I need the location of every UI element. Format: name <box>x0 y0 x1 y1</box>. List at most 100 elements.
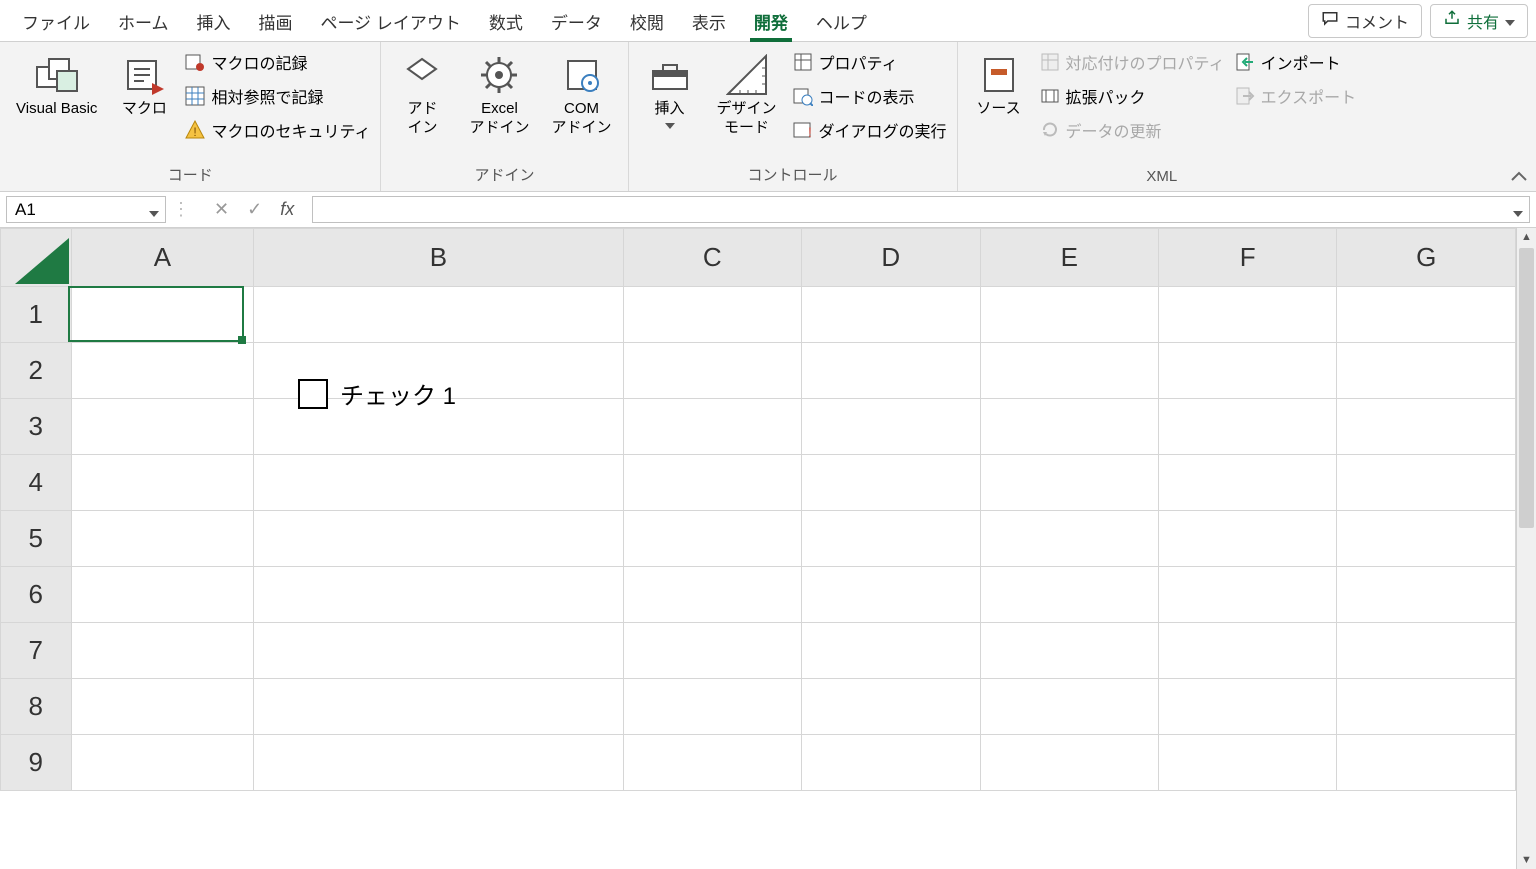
tab-developer[interactable]: 開発 <box>740 1 802 41</box>
row-header-2[interactable]: 2 <box>1 343 72 399</box>
worksheet[interactable]: A B C D E F G 1 2 3 4 5 6 7 8 9 <box>0 228 1516 869</box>
cell-C1[interactable] <box>623 287 801 343</box>
cell-A4[interactable] <box>71 455 254 511</box>
row-header-4[interactable]: 4 <box>1 455 72 511</box>
checkbox-control-1[interactable]: チェック 1 <box>298 376 456 411</box>
cell-C7[interactable] <box>623 623 801 679</box>
cell-A8[interactable] <box>71 679 254 735</box>
cell-D6[interactable] <box>802 567 980 623</box>
cell-E5[interactable] <box>980 511 1158 567</box>
cell-B8[interactable] <box>254 679 623 735</box>
cell-D9[interactable] <box>802 735 980 791</box>
cell-E4[interactable] <box>980 455 1158 511</box>
col-header-E[interactable]: E <box>980 229 1158 287</box>
cell-B6[interactable] <box>254 567 623 623</box>
row-header-7[interactable]: 7 <box>1 623 72 679</box>
cell-D8[interactable] <box>802 679 980 735</box>
row-header-9[interactable]: 9 <box>1 735 72 791</box>
cell-G5[interactable] <box>1337 511 1516 567</box>
checkbox-box[interactable] <box>298 379 328 409</box>
cell-C2[interactable] <box>623 343 801 399</box>
cell-E7[interactable] <box>980 623 1158 679</box>
cell-A7[interactable] <box>71 623 254 679</box>
visual-basic-button[interactable]: Visual Basic <box>10 48 103 123</box>
cell-E9[interactable] <box>980 735 1158 791</box>
cell-E2[interactable] <box>980 343 1158 399</box>
cell-F2[interactable] <box>1158 343 1336 399</box>
cell-D4[interactable] <box>802 455 980 511</box>
cell-F5[interactable] <box>1158 511 1336 567</box>
cell-C3[interactable] <box>623 399 801 455</box>
tab-home[interactable]: ホーム <box>104 1 183 41</box>
design-mode-button[interactable]: デザイン モード <box>711 48 783 142</box>
cell-G6[interactable] <box>1337 567 1516 623</box>
xml-import-button[interactable]: インポート <box>1235 50 1357 74</box>
xml-expansion-button[interactable]: 拡張パック <box>1040 84 1225 108</box>
cell-F4[interactable] <box>1158 455 1336 511</box>
cell-G2[interactable] <box>1337 343 1516 399</box>
formula-input[interactable] <box>312 196 1530 223</box>
cell-G7[interactable] <box>1337 623 1516 679</box>
macros-button[interactable]: マクロ <box>113 48 175 123</box>
cell-A9[interactable] <box>71 735 254 791</box>
share-button[interactable]: 共有 <box>1430 4 1528 38</box>
cell-E6[interactable] <box>980 567 1158 623</box>
cell-B1[interactable] <box>254 287 623 343</box>
tab-review[interactable]: 校閲 <box>616 1 678 41</box>
cell-G8[interactable] <box>1337 679 1516 735</box>
tab-draw[interactable]: 描画 <box>245 1 307 41</box>
cell-A2[interactable] <box>71 343 254 399</box>
tab-file[interactable]: ファイル <box>8 1 104 41</box>
tab-formulas[interactable]: 数式 <box>475 1 537 41</box>
scroll-down-button[interactable]: ▼ <box>1517 851 1536 869</box>
tab-view[interactable]: 表示 <box>678 1 740 41</box>
cell-B9[interactable] <box>254 735 623 791</box>
col-header-G[interactable]: G <box>1337 229 1516 287</box>
col-header-B[interactable]: B <box>254 229 623 287</box>
addins-button[interactable]: アド イン <box>391 48 453 142</box>
cell-G4[interactable] <box>1337 455 1516 511</box>
cell-F3[interactable] <box>1158 399 1336 455</box>
cell-F9[interactable] <box>1158 735 1336 791</box>
cell-D2[interactable] <box>802 343 980 399</box>
relative-ref-button[interactable]: 相対参照で記録 <box>185 84 370 108</box>
cell-F6[interactable] <box>1158 567 1336 623</box>
cell-C8[interactable] <box>623 679 801 735</box>
view-code-button[interactable]: コードの表示 <box>793 84 947 108</box>
cell-F7[interactable] <box>1158 623 1336 679</box>
cell-C5[interactable] <box>623 511 801 567</box>
run-dialog-button[interactable]: ! ダイアログの実行 <box>793 118 947 142</box>
col-header-C[interactable]: C <box>623 229 801 287</box>
row-header-3[interactable]: 3 <box>1 399 72 455</box>
xml-source-button[interactable]: ソース <box>968 48 1030 123</box>
cell-G1[interactable] <box>1337 287 1516 343</box>
cell-D5[interactable] <box>802 511 980 567</box>
cell-D1[interactable] <box>802 287 980 343</box>
com-addins-button[interactable]: COM アドイン <box>546 48 618 142</box>
cell-A5[interactable] <box>71 511 254 567</box>
cell-B4[interactable] <box>254 455 623 511</box>
scroll-thumb[interactable] <box>1519 248 1534 528</box>
tab-insert[interactable]: 挿入 <box>183 1 245 41</box>
cell-A6[interactable] <box>71 567 254 623</box>
cancel-formula-button[interactable]: ✕ <box>214 199 229 220</box>
col-header-A[interactable]: A <box>71 229 254 287</box>
cell-C4[interactable] <box>623 455 801 511</box>
cell-A3[interactable] <box>71 399 254 455</box>
tab-data[interactable]: データ <box>537 1 616 41</box>
enter-formula-button[interactable]: ✓ <box>247 199 262 220</box>
cell-A1[interactable] <box>71 287 254 343</box>
cell-E3[interactable] <box>980 399 1158 455</box>
row-header-5[interactable]: 5 <box>1 511 72 567</box>
macro-security-button[interactable]: ! マクロのセキュリティ <box>185 118 370 142</box>
row-header-8[interactable]: 8 <box>1 679 72 735</box>
cell-D7[interactable] <box>802 623 980 679</box>
scroll-up-button[interactable]: ▲ <box>1517 228 1536 246</box>
cell-E1[interactable] <box>980 287 1158 343</box>
comments-button[interactable]: コメント <box>1308 4 1422 38</box>
tab-pagelayout[interactable]: ページ レイアウト <box>307 1 475 41</box>
select-all-corner[interactable] <box>1 229 72 287</box>
cell-B5[interactable] <box>254 511 623 567</box>
cell-F8[interactable] <box>1158 679 1336 735</box>
cell-C6[interactable] <box>623 567 801 623</box>
